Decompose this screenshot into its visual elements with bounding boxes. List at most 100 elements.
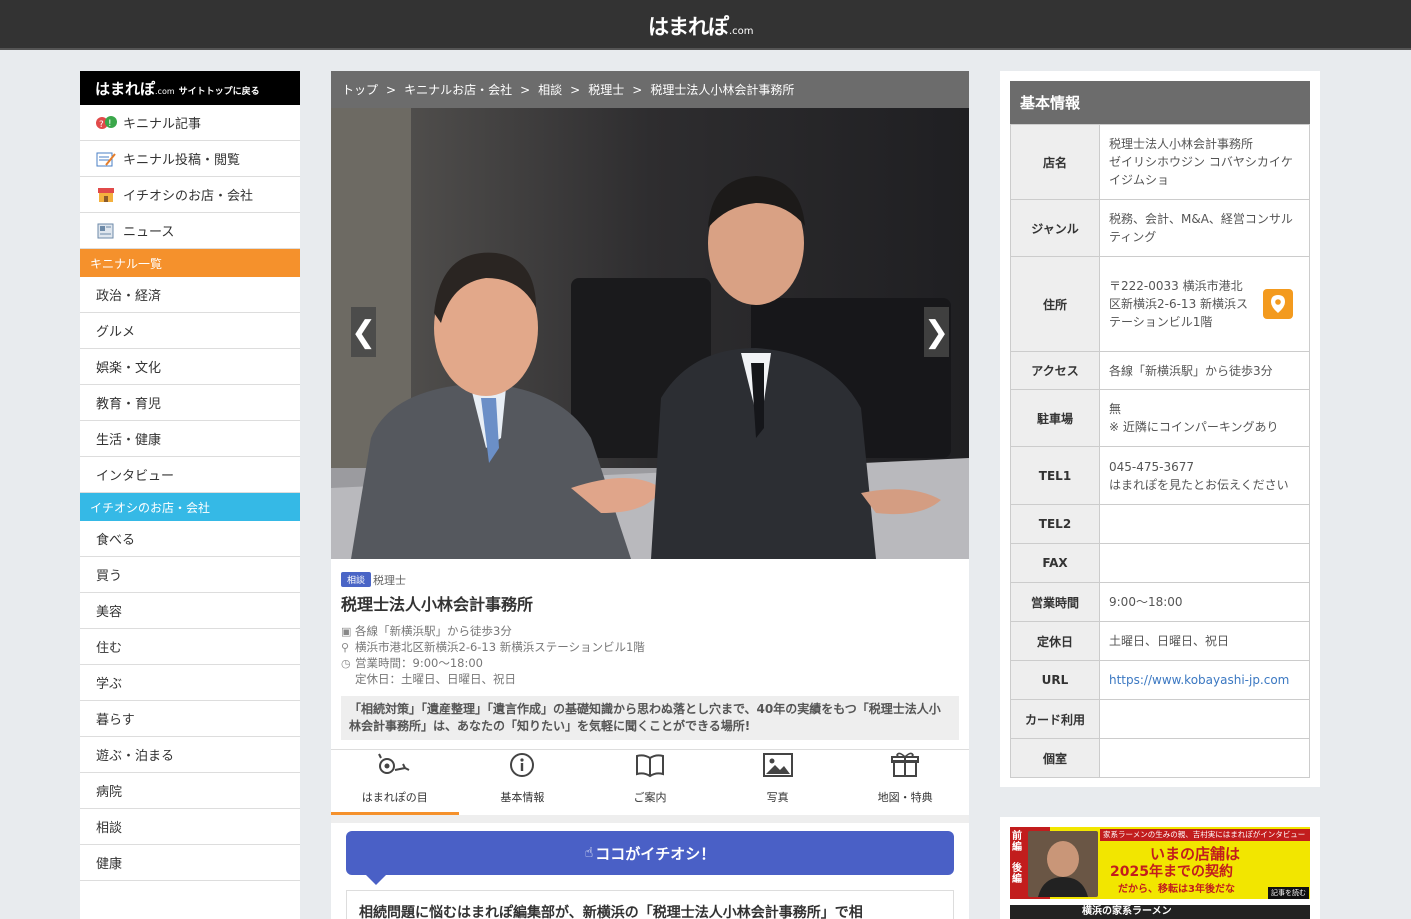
sidebar-item-label: キニナル投稿・閲覧 — [123, 153, 241, 168]
finger-icon: ☝ — [584, 845, 594, 861]
tel1-value: 045-475-3677 はまれぽを見たとお伝えください — [1109, 459, 1289, 492]
tab-hamarepo-eye[interactable]: はまれぽの目 — [331, 750, 459, 815]
tab-map-benefits[interactable]: 地図・特典 — [841, 750, 969, 815]
banner-read-more[interactable]: 記事を読む — [1268, 887, 1309, 899]
shop-summary: 相談 税理士 税理士法人小林会計事務所 ▣ 各線「新横浜駅」から徒歩3分 ⚲ 横浜市港… — [331, 559, 969, 740]
address-value: 〒222-0033 横浜市港北区新横浜2-6-13 新横浜ステーションビル1階 — [1109, 279, 1249, 329]
sidebar-back-to-top[interactable]: はまれぽ.com サイトトップに戻る — [80, 71, 300, 105]
tab-basic-info[interactable]: 基本情報 — [459, 750, 587, 815]
sidebar-item-ichioshi[interactable]: 暮らす — [80, 701, 300, 737]
banner-line3: だから、移転は3年後だな — [1118, 884, 1235, 895]
gift-icon — [890, 750, 920, 783]
info-row-parking: 駐車場無 ※ 近隣にコインパーキングあり — [1010, 389, 1310, 447]
info-key: 個室 — [1010, 738, 1100, 778]
ad-banner-area: 前編 後編 家系ラーメンの生みの親、吉村実にはまれぽがインタビュー いまの店舗は… — [1000, 817, 1320, 919]
sidebar-item-ichioshi[interactable]: 住む — [80, 629, 300, 665]
banner-sub: 2025年までの契約 — [1110, 864, 1233, 880]
shop-tabs: はまれぽの目 基本情報 ご案内 写真 地図・特典 — [331, 749, 969, 815]
banner-tag: 前編 — [1012, 831, 1022, 853]
breadcrumb-item[interactable]: トップ — [342, 81, 378, 98]
slider-next-button[interactable]: ❯ — [924, 307, 949, 357]
sidebar-item-ichioshi[interactable]: 病院 — [80, 773, 300, 809]
shop-name-value: 税理士法人小林会計事務所 ゼイリシホウジン コバヤシカイケイジムショ — [1109, 137, 1293, 187]
sidebar-item-news[interactable]: ニュース — [80, 213, 300, 249]
memo-icon — [96, 151, 116, 167]
tab-guide[interactable]: ご案内 — [586, 750, 714, 815]
info-key: 店名 — [1010, 124, 1100, 200]
breadcrumb-item[interactable]: 相談 — [538, 81, 562, 98]
info-key: TEL2 — [1010, 504, 1100, 544]
website-link[interactable]: https://www.kobayashi-jp.com — [1109, 673, 1289, 687]
basic-info-heading: 基本情報 — [1010, 81, 1310, 124]
sidebar-item-kininaru[interactable]: グルメ — [80, 313, 300, 349]
interview-banner[interactable]: 前編 後編 家系ラーメンの生みの親、吉村実にはまれぽがインタビュー いまの店舗は… — [1010, 827, 1310, 899]
info-key: FAX — [1010, 543, 1100, 583]
shop-access: 各線「新横浜駅」から徒歩3分 — [355, 624, 512, 638]
sidebar-item-ichioshi-shop[interactable]: イチオシのお店・会社 — [80, 177, 300, 213]
ichioshi-heading: ☝ ココがイチオシ！ — [346, 831, 954, 885]
breadcrumb-separator: > — [386, 82, 397, 97]
clock-icon: ◷ — [341, 656, 351, 670]
map-pin-icon[interactable] — [1263, 289, 1293, 319]
svg-text:!: ! — [108, 119, 112, 129]
eye-icon — [375, 752, 415, 783]
info-row-card: カード利用 — [1010, 699, 1310, 739]
sidebar-item-kininaru-toukou[interactable]: キニナル投稿・閲覧 — [80, 141, 300, 177]
sidebar-item-kininaru[interactable]: 生活・健康 — [80, 421, 300, 457]
sidebar-item-ichioshi[interactable]: 食べる — [80, 521, 300, 557]
sidebar-item-ichioshi[interactable]: 健康 — [80, 845, 300, 881]
info-row-genre: ジャンル 税務、会計、M&A、経営コンサルティング — [1010, 199, 1310, 257]
breadcrumb-item[interactable]: キニナルお店・会社 — [404, 81, 512, 98]
category-tag[interactable]: 相談 — [341, 572, 372, 587]
info-row-closed: 定休日 土曜日、日曜日、祝日 — [1010, 621, 1310, 661]
info-value: 土曜日、日曜日、祝日 — [1099, 621, 1310, 661]
ichioshi-list-heading: イチオシのお店・会社 — [80, 493, 300, 521]
info-row-name: 店名 税理士法人小林会計事務所 ゼイリシホウジン コバヤシカイケイジムショ — [1010, 124, 1310, 200]
second-banner-title: 横浜の家系ラーメン — [1082, 906, 1172, 917]
info-value — [1099, 699, 1310, 739]
info-value — [1099, 738, 1310, 778]
location-pin-icon: ⚲ — [341, 640, 350, 654]
info-key: ジャンル — [1010, 199, 1100, 257]
breadcrumb-item[interactable]: 税理士 — [588, 81, 624, 98]
sidebar-item-label: イチオシのお店・会社 — [123, 189, 254, 204]
article-intro: 相続問題に悩むはまれぽ編集部が、新横浜の「税理士法人小林会計事務所」で相 — [346, 890, 954, 919]
breadcrumb-current: 税理士法人小林会計事務所 — [650, 83, 795, 97]
info-key: カード利用 — [1010, 699, 1100, 739]
sidebar-item-kininaru-kiji[interactable]: ?! キニナル記事 — [80, 105, 300, 141]
left-sidebar: はまれぽ.com サイトトップに戻る ?! キニナル記事 キニナル投稿・閲覧 イチ… — [80, 71, 300, 919]
sidebar-item-ichioshi[interactable]: 学ぶ — [80, 665, 300, 701]
info-key: TEL1 — [1010, 446, 1100, 505]
breadcrumb-separator: > — [520, 82, 531, 97]
tab-photos[interactable]: 写真 — [714, 750, 842, 815]
sidebar-item-kininaru[interactable]: 娯楽・文化 — [80, 349, 300, 385]
photo-slider[interactable]: ❮ ❯ — [331, 108, 969, 559]
sidebar-item-ichioshi[interactable]: 遊ぶ・泊まる — [80, 737, 300, 773]
question-bubble-icon: ?! — [96, 115, 117, 131]
top-header-bar: はまれぽ.com — [0, 0, 1411, 50]
site-logo-suffix: .com — [729, 26, 754, 37]
sidebar-item-ichioshi[interactable]: 買う — [80, 557, 300, 593]
info-key: 駐車場 — [1010, 389, 1100, 447]
sidebar-item-label: キニナル記事 — [123, 117, 202, 132]
sidebar-item-kininaru[interactable]: 政治・経済 — [80, 277, 300, 313]
slider-prev-button[interactable]: ❮ — [351, 307, 376, 357]
genre-label: 税理士 — [373, 573, 407, 587]
svg-text:?: ? — [99, 120, 104, 130]
shop-hours: 営業時間：9:00〜18:00 — [355, 656, 483, 670]
sidebar-item-kininaru[interactable]: インタビュー — [80, 457, 300, 493]
slider-photo — [331, 108, 969, 559]
breadcrumb-separator: > — [632, 82, 643, 97]
sidebar-item-kininaru[interactable]: 教育・育児 — [80, 385, 300, 421]
info-row-url: URL https://www.kobayashi-jp.com — [1010, 660, 1310, 700]
tab-label: ご案内 — [633, 791, 667, 804]
breadcrumb: トップ > キニナルお店・会社 > 相談 > 税理士 > 税理士法人小林会計事務所 — [331, 71, 969, 108]
sidebar-item-ichioshi[interactable]: 相談 — [80, 809, 300, 845]
info-row-fax: FAX — [1010, 543, 1310, 583]
parking-value: 無 ※ 近隣にコインパーキングあり — [1109, 402, 1279, 434]
info-row-tel1: TEL1 045-475-3677 はまれぽを見たとお伝えください — [1010, 446, 1310, 505]
site-logo[interactable]: はまれぽ.com — [648, 11, 754, 41]
second-banner[interactable]: 横浜の家系ラーメン — [1010, 905, 1310, 919]
shop-title: 税理士法人小林会計事務所 — [341, 595, 534, 614]
sidebar-item-ichioshi[interactable]: 美容 — [80, 593, 300, 629]
